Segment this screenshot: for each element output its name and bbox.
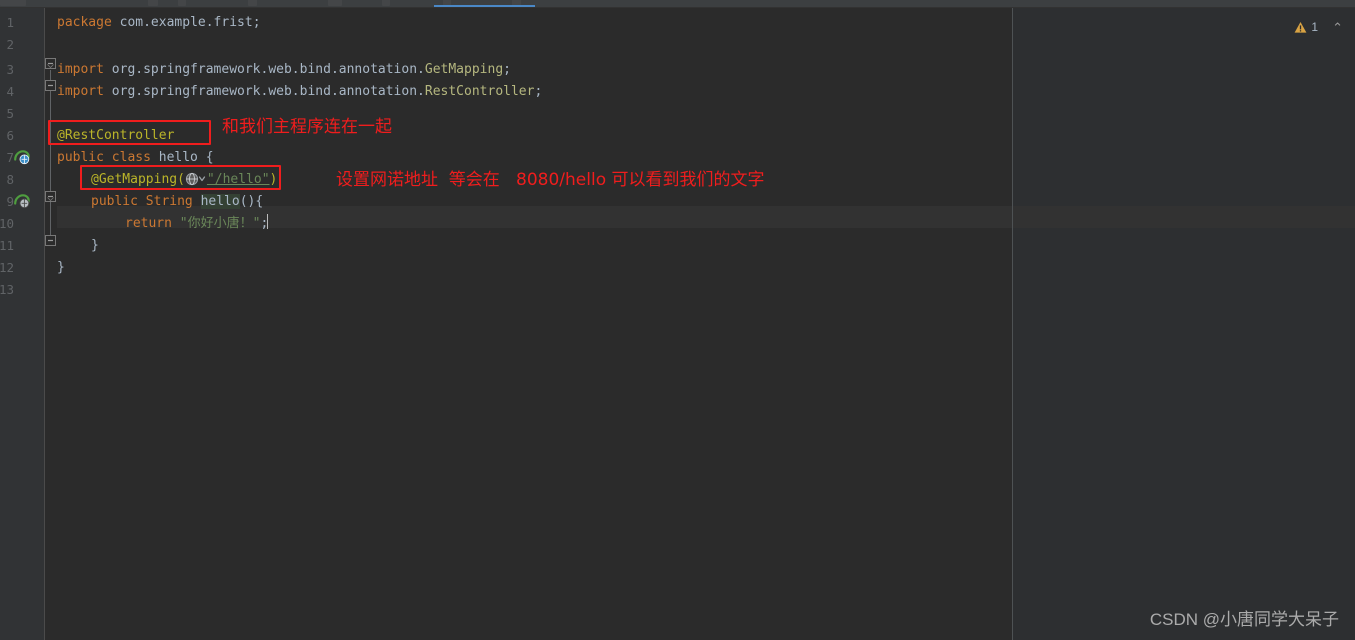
toolbar-ghost-item	[248, 0, 257, 6]
toolbar-ghost-item	[382, 0, 390, 6]
token-annotation-close-paren: )	[269, 172, 278, 187]
token-semicolon: ;	[503, 62, 511, 77]
web-endpoint-globe-icon[interactable]	[185, 172, 207, 186]
toolbar-ghost-item	[328, 0, 342, 6]
token-annotation-restcontroller: @RestController	[57, 128, 175, 143]
line-number: 10	[0, 216, 14, 231]
token-semicolon: ;	[534, 84, 543, 99]
toolbar-ghost-item	[148, 0, 158, 6]
fold-collapse-icon[interactable]	[45, 191, 56, 202]
token-closing-brace: }	[91, 238, 99, 253]
token-keyword: public String	[91, 194, 193, 209]
token-package-name: com.example.frist	[111, 15, 253, 30]
token-string-literal: "你好小唐！"	[179, 216, 261, 231]
watermark: CSDN @小唐同学大呆子	[1149, 610, 1339, 629]
toolbar-strip	[0, 0, 1355, 8]
code-line-10[interactable]: return "你好小唐！";	[57, 213, 269, 235]
line-number: 7	[6, 150, 14, 165]
toolbar-ghost-item	[0, 0, 26, 6]
line-number: 8	[6, 172, 14, 187]
token-keyword: import	[57, 62, 104, 77]
inspection-widget[interactable]: 1 ⌃	[1294, 20, 1343, 34]
code-line-6[interactable]: @RestController	[57, 125, 174, 147]
editor-right-area	[1012, 8, 1355, 640]
text-caret	[267, 214, 269, 229]
line-number: 1	[6, 15, 14, 30]
right-margin-guide	[1012, 8, 1013, 640]
annotation-note-restcontroller: 和我们主程序连在一起	[222, 117, 392, 137]
annotation-note-getmapping: 设置网诺地址 等会在 8080/hello 可以看到我们的文字	[336, 170, 765, 190]
chevron-up-icon[interactable]: ⌃	[1332, 21, 1343, 34]
line-number: 2	[6, 37, 14, 52]
warning-triangle-icon[interactable]	[1294, 21, 1307, 34]
token-import-path: org.springframework.web.bind.annotation.	[103, 84, 425, 99]
code-line-4[interactable]: import org.springframework.web.bind.anno…	[57, 81, 542, 103]
code-line-3[interactable]: import org.springframework.web.bind.anno…	[57, 59, 511, 81]
toolbar-ghost-item	[178, 0, 186, 6]
code-line-9[interactable]: public String hello(){	[57, 191, 263, 213]
token-closing-brace: }	[57, 260, 65, 275]
spring-bean-icon[interactable]	[14, 150, 30, 166]
code-line-12[interactable]: }	[57, 257, 65, 279]
token-class-decl: hello {	[150, 150, 214, 165]
token-method-name: hello	[200, 194, 240, 209]
token-method-parens: (){	[239, 194, 264, 209]
line-number: 11	[0, 238, 14, 253]
token-mapping-path[interactable]: "/hello"	[207, 172, 270, 187]
line-number: 5	[6, 106, 14, 121]
token-class-name: GetMapping	[424, 62, 504, 77]
ide-editor-window: package com.example.frist; import org.sp…	[0, 0, 1355, 640]
code-line-7[interactable]: public class hello {	[57, 147, 214, 169]
token-annotation-getmapping: @GetMapping(	[91, 172, 185, 187]
line-number: 13	[0, 282, 14, 297]
code-line-1[interactable]: package com.example.frist;	[57, 12, 261, 34]
code-line-8[interactable]: @GetMapping( "/hello")	[57, 169, 277, 191]
code-editor[interactable]: package com.example.frist; import org.sp…	[0, 8, 1355, 640]
warning-count: 1	[1311, 20, 1319, 34]
line-number: 12	[0, 260, 14, 275]
editor-gutter[interactable]: 1 2 3 4 5 6 7 8 9 10 11 12 13	[0, 8, 45, 640]
token-semicolon: ;	[252, 15, 261, 30]
fold-collapse-icon[interactable]	[45, 235, 56, 246]
token-keyword: public class	[57, 150, 151, 165]
code-surface[interactable]: package com.example.frist; import org.sp…	[45, 8, 1355, 640]
token-keyword: import	[57, 84, 104, 99]
fold-collapse-icon[interactable]	[45, 58, 56, 69]
line-number: 6	[6, 128, 14, 143]
line-number: 3	[6, 62, 14, 77]
spring-bean-icon[interactable]	[14, 194, 30, 210]
code-folding-strip[interactable]	[45, 8, 57, 640]
token-class-name: RestController	[424, 84, 535, 99]
token-keyword: package	[57, 15, 112, 30]
line-number: 9	[6, 194, 14, 209]
code-line-11[interactable]: }	[57, 235, 99, 257]
line-number: 4	[6, 84, 14, 99]
token-keyword-return: return	[125, 216, 172, 231]
fold-collapse-icon[interactable]	[45, 80, 56, 91]
token-import-path: org.springframework.web.bind.annotation.	[103, 62, 425, 77]
